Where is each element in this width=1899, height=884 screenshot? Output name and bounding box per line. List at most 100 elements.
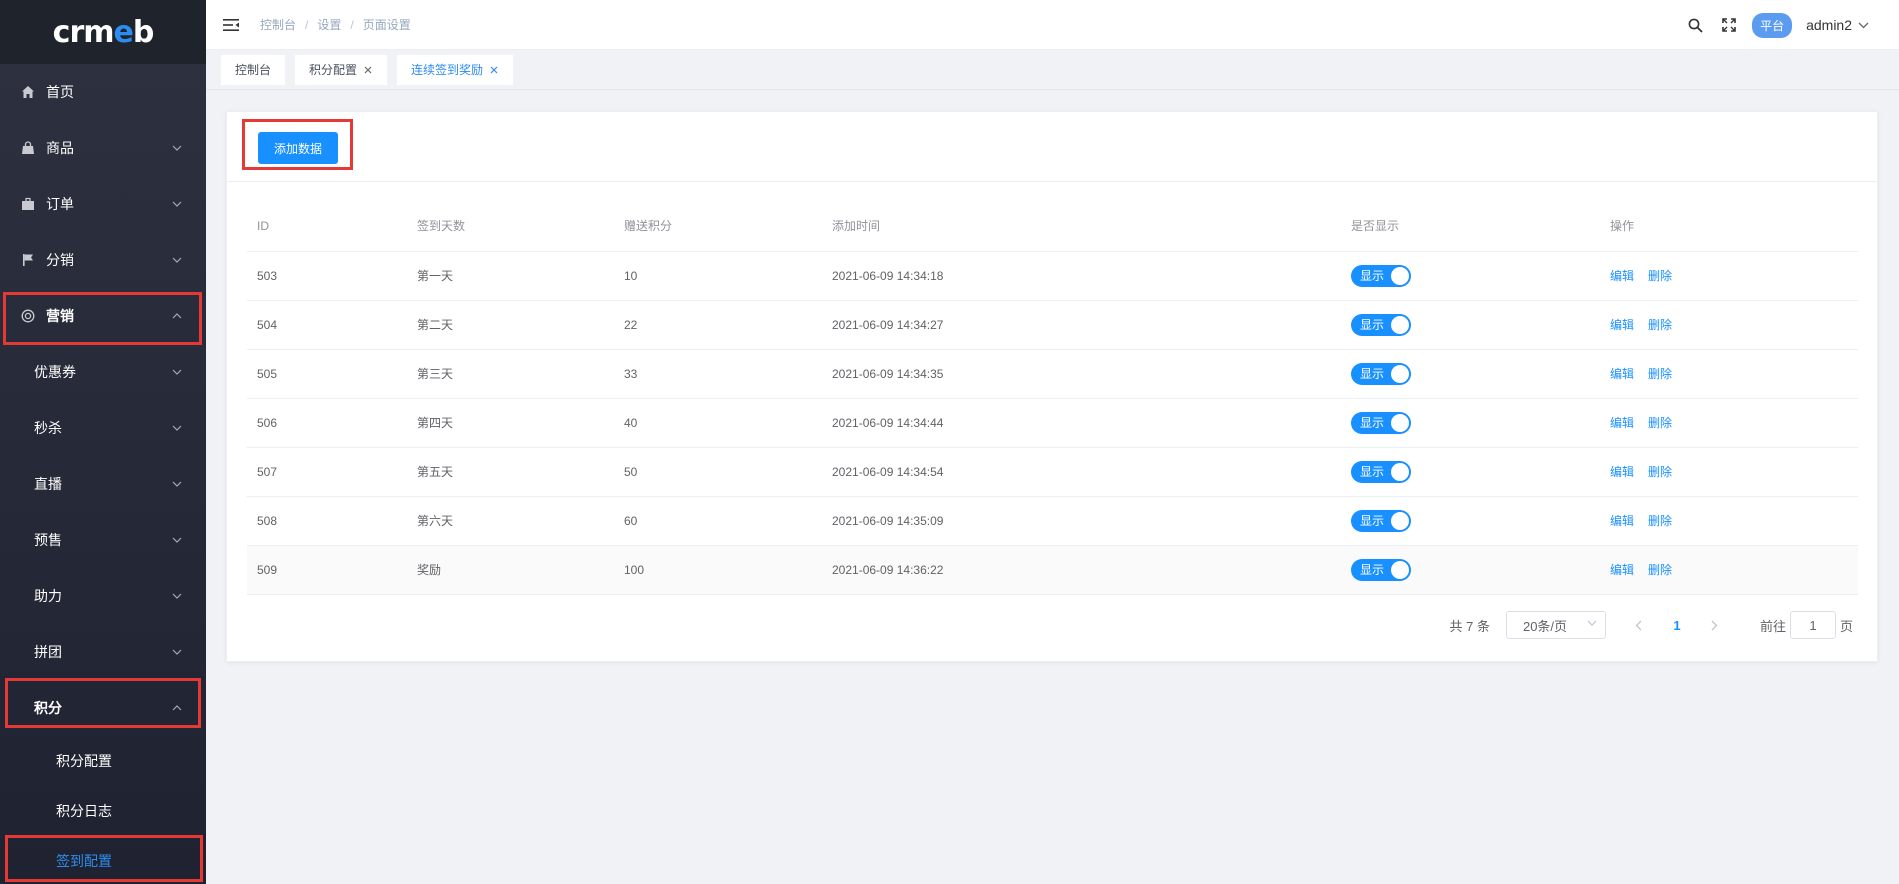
sidebar-item-home[interactable]: 首页 <box>0 64 206 120</box>
cell-actions: 编辑 删除 <box>1600 447 1858 497</box>
delete-link[interactable]: 删除 <box>1648 465 1672 479</box>
tag-dashboard[interactable]: 控制台 <box>221 54 286 85</box>
sidebar-item-points-config[interactable]: 积分配置 <box>0 736 206 786</box>
next-page-button[interactable] <box>1700 611 1730 639</box>
sidebar-item-points-log[interactable]: 积分日志 <box>0 786 206 836</box>
breadcrumb-separator: / <box>305 17 309 32</box>
cell-actions: 编辑 删除 <box>1600 545 1858 595</box>
tag-label: 积分配置 <box>309 63 358 77</box>
show-toggle[interactable]: 显示 <box>1351 460 1411 483</box>
chevron-up-icon <box>172 703 182 713</box>
cell-show: 显示 <box>1341 300 1600 350</box>
edit-link[interactable]: 编辑 <box>1610 416 1634 430</box>
edit-link[interactable]: 编辑 <box>1610 318 1634 332</box>
sidebar-item-label: 直播 <box>34 476 62 492</box>
delete-link[interactable]: 删除 <box>1648 514 1672 528</box>
sidebar-item-label: 预售 <box>34 532 62 548</box>
cell-time: 2021-06-09 14:34:18 <box>822 251 1341 301</box>
delete-link[interactable]: 删除 <box>1648 269 1672 283</box>
sidebar-item-signin-config[interactable]: 签到配置 <box>0 836 206 884</box>
chevron-up-icon <box>172 311 182 321</box>
cell-day: 第三天 <box>407 349 614 399</box>
goto-page: 前往 页 <box>1760 611 1853 639</box>
table-row: 507 第五天 50 2021-06-09 14:34:54 显示 编辑 删除 <box>247 447 1858 497</box>
close-icon[interactable] <box>489 65 499 75</box>
show-toggle[interactable]: 显示 <box>1351 313 1411 336</box>
sidebar-item-label: 营销 <box>46 308 74 324</box>
sidebar-item-label: 商品 <box>46 140 74 156</box>
sidebar-item-seckill[interactable]: 秒杀 <box>0 400 206 456</box>
cell-id: 505 <box>247 349 407 399</box>
goto-page-input[interactable] <box>1789 611 1836 639</box>
goto-prefix: 前往 <box>1759 618 1786 634</box>
toggle-label: 显示 <box>1360 465 1385 479</box>
edit-link[interactable]: 编辑 <box>1610 514 1634 528</box>
cell-points: 22 <box>614 300 822 350</box>
sidebar-item-label: 优惠券 <box>34 364 76 380</box>
chevron-down-icon <box>1858 22 1869 29</box>
delete-link[interactable]: 删除 <box>1648 318 1672 332</box>
column-header: 添加时间 <box>822 201 1341 252</box>
table-row: 509 奖励 100 2021-06-09 14:36:22 显示 编辑 删除 <box>247 545 1858 595</box>
breadcrumb-item[interactable]: 控制台 <box>260 16 296 33</box>
table-row: 504 第二天 22 2021-06-09 14:34:27 显示 编辑 删除 <box>247 300 1858 350</box>
tag-label: 控制台 <box>235 63 272 77</box>
cell-actions: 编辑 删除 <box>1600 251 1858 301</box>
delete-link[interactable]: 删除 <box>1648 563 1672 577</box>
edit-link[interactable]: 编辑 <box>1610 563 1634 577</box>
sidebar-item-points[interactable]: 积分 <box>0 680 206 736</box>
delete-link[interactable]: 删除 <box>1648 367 1672 381</box>
fullscreen-icon[interactable] <box>1720 16 1738 34</box>
platform-badge[interactable]: 平台 <box>1752 12 1793 38</box>
logo[interactable]: crmeb <box>0 0 206 64</box>
sidebar-item-assist[interactable]: 助力 <box>0 568 206 624</box>
sidebar-item-products[interactable]: 商品 <box>0 120 206 176</box>
edit-link[interactable]: 编辑 <box>1610 465 1634 479</box>
cell-day: 第五天 <box>407 447 614 497</box>
breadcrumb-item[interactable]: 设置 <box>317 16 341 33</box>
main-card: 添加数据 ID 签到天数 赠送积分 添加时间 是否显示 操作 503 第一天 1… <box>226 111 1878 662</box>
search-icon[interactable] <box>1686 16 1704 34</box>
cell-points: 33 <box>614 349 822 399</box>
edit-link[interactable]: 编辑 <box>1610 367 1634 381</box>
prev-page-button[interactable] <box>1624 611 1654 639</box>
sidebar-item-group-buy[interactable]: 拼团 <box>0 624 206 680</box>
cell-show: 显示 <box>1341 545 1600 595</box>
menu-fold-icon[interactable] <box>222 16 240 34</box>
show-toggle[interactable]: 显示 <box>1351 558 1411 581</box>
page-number-current[interactable]: 1 <box>1662 611 1692 639</box>
pagination: 共 7 条 20条/页 1 前往 页 <box>1450 611 1853 639</box>
chevron-down-icon <box>172 143 182 153</box>
sidebar-item-live[interactable]: 直播 <box>0 456 206 512</box>
chevron-left-icon <box>1636 620 1642 630</box>
show-toggle[interactable]: 显示 <box>1351 411 1411 434</box>
show-toggle[interactable]: 显示 <box>1351 264 1411 287</box>
toggle-label: 显示 <box>1360 514 1385 528</box>
toggle-label: 显示 <box>1360 318 1385 332</box>
page-size-select[interactable]: 20条/页 <box>1505 611 1606 639</box>
logo-text: crmeb <box>52 14 155 50</box>
toggle-knob <box>1391 266 1409 285</box>
delete-link[interactable]: 删除 <box>1648 416 1672 430</box>
sidebar-item-distribution[interactable]: 分销 <box>0 232 206 288</box>
close-icon[interactable] <box>363 65 373 75</box>
sidebar-item-label: 秒杀 <box>34 420 62 436</box>
tag-points-config[interactable]: 积分配置 <box>295 54 388 85</box>
toggle-knob <box>1391 462 1409 481</box>
show-toggle[interactable]: 显示 <box>1351 509 1411 532</box>
show-toggle[interactable]: 显示 <box>1351 362 1411 385</box>
column-header: 赠送积分 <box>614 201 822 252</box>
table-row: 503 第一天 10 2021-06-09 14:34:18 显示 编辑 删除 <box>247 251 1858 301</box>
cell-points: 100 <box>614 545 822 595</box>
user-menu[interactable]: admin2 <box>1806 17 1869 33</box>
tag-signin-reward[interactable]: 连续签到奖励 <box>397 54 514 85</box>
sidebar-item-coupons[interactable]: 优惠券 <box>0 344 206 400</box>
cell-id: 509 <box>247 545 407 595</box>
sidebar-item-presale[interactable]: 预售 <box>0 512 206 568</box>
sidebar-item-marketing[interactable]: 营销 <box>0 288 206 344</box>
cell-time: 2021-06-09 14:34:54 <box>822 447 1341 497</box>
add-data-button[interactable]: 添加数据 <box>258 132 338 164</box>
sidebar-item-orders[interactable]: 订单 <box>0 176 206 232</box>
edit-link[interactable]: 编辑 <box>1610 269 1634 283</box>
sidebar-item-label: 分销 <box>46 252 74 268</box>
